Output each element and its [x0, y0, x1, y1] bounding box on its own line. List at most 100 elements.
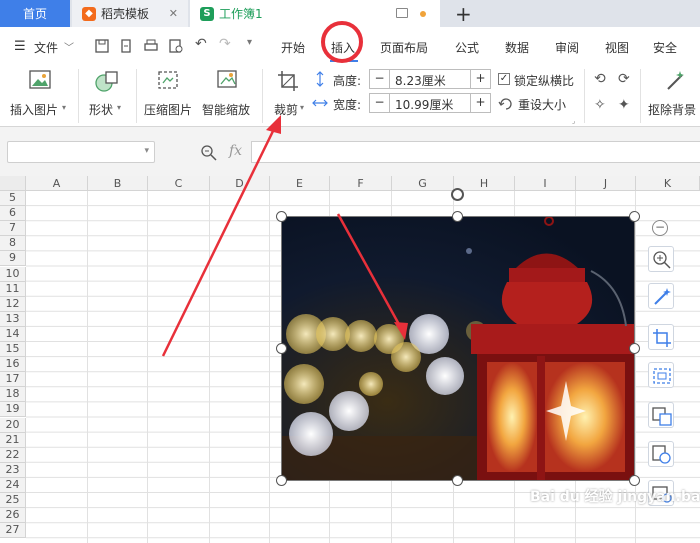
- row-header[interactable]: 19: [0, 402, 26, 418]
- reset-size-button[interactable]: 重设大小: [498, 95, 578, 113]
- picture-translate-button[interactable]: [648, 441, 674, 467]
- resize-handle-se[interactable]: [629, 475, 640, 486]
- dropdown-arrow-icon[interactable]: ▾: [62, 103, 66, 112]
- fx-label[interactable]: fx: [229, 143, 242, 159]
- row-header[interactable]: 27: [0, 523, 26, 539]
- shape-button[interactable]: 形状 ▾: [88, 69, 128, 121]
- close-icon[interactable]: ✕: [169, 7, 178, 20]
- select-all-corner[interactable]: [0, 176, 26, 191]
- chevron-down-icon[interactable]: ﹀: [64, 39, 74, 54]
- row-header[interactable]: 8: [0, 236, 26, 252]
- row-header[interactable]: 21: [0, 432, 26, 448]
- compress-picture-button[interactable]: 压缩图片: [144, 69, 196, 121]
- height-value[interactable]: 8.23厘米: [395, 72, 446, 89]
- row-header[interactable]: 7: [0, 221, 26, 237]
- column-header[interactable]: D: [210, 176, 270, 191]
- crop-picture-button[interactable]: [648, 324, 674, 350]
- rotate-right-icon[interactable]: ⟳: [618, 71, 630, 87]
- undo-icon[interactable]: ↶: [195, 36, 207, 52]
- tab-workbook[interactable]: S 工作簿1: [190, 0, 440, 27]
- height-field[interactable]: − 8.23厘米 +: [369, 69, 491, 89]
- menu-data[interactable]: 数据: [505, 39, 529, 56]
- resize-handle-n[interactable]: [452, 211, 463, 222]
- insert-picture-button[interactable]: 插入图片 ▾: [10, 69, 70, 121]
- edit-picture-button[interactable]: [648, 283, 674, 309]
- hamburger-icon[interactable]: ☰: [14, 39, 26, 54]
- print-preview-icon[interactable]: [168, 38, 184, 54]
- row-header[interactable]: 12: [0, 296, 26, 312]
- row-header[interactable]: 23: [0, 462, 26, 478]
- export-pdf-icon[interactable]: [118, 38, 134, 54]
- adjust-icon[interactable]: ✧: [594, 97, 606, 113]
- row-header[interactable]: 20: [0, 417, 26, 433]
- width-plus-button[interactable]: +: [470, 94, 490, 112]
- customize-toolbar-icon[interactable]: ▾: [247, 37, 252, 48]
- menu-view[interactable]: 视图: [605, 39, 629, 56]
- checkmark-icon[interactable]: ✓: [498, 73, 510, 85]
- effects-icon[interactable]: ✦: [618, 97, 630, 113]
- row-header[interactable]: 9: [0, 251, 26, 267]
- height-plus-button[interactable]: +: [470, 70, 490, 88]
- column-header[interactable]: C: [148, 176, 210, 191]
- column-header[interactable]: J: [576, 176, 636, 191]
- row-header[interactable]: 16: [0, 357, 26, 373]
- menu-file[interactable]: 文件: [34, 39, 58, 56]
- name-box[interactable]: ▾: [7, 141, 155, 163]
- row-header[interactable]: 14: [0, 326, 26, 342]
- zoom-picture-button[interactable]: [648, 246, 674, 272]
- remove-background-button[interactable]: 抠除背景: [646, 69, 700, 121]
- menu-formula[interactable]: 公式: [455, 39, 479, 56]
- redo-icon[interactable]: ↷: [219, 36, 231, 52]
- row-header[interactable]: 5: [0, 191, 26, 206]
- smart-zoom-button[interactable]: 智能缩放: [202, 69, 254, 121]
- tab-home[interactable]: 首页: [0, 0, 70, 27]
- collapse-toolbar-icon[interactable]: −: [652, 220, 668, 236]
- column-header[interactable]: B: [88, 176, 148, 191]
- resize-handle-s[interactable]: [452, 475, 463, 486]
- resize-handle-e[interactable]: [629, 343, 640, 354]
- new-tab-button[interactable]: +: [455, 2, 472, 26]
- height-minus-button[interactable]: −: [370, 70, 390, 88]
- row-header[interactable]: 17: [0, 372, 26, 388]
- column-header[interactable]: I: [515, 176, 576, 191]
- menu-review[interactable]: 审阅: [555, 39, 579, 56]
- column-header[interactable]: H: [454, 176, 515, 191]
- menu-start[interactable]: 开始: [281, 39, 305, 56]
- print-icon[interactable]: [143, 38, 159, 54]
- save-icon[interactable]: [94, 38, 110, 54]
- resize-handle-nw[interactable]: [276, 211, 287, 222]
- resize-handle-sw[interactable]: [276, 475, 287, 486]
- row-header[interactable]: 15: [0, 342, 26, 357]
- row-header[interactable]: 26: [0, 508, 26, 524]
- column-header[interactable]: E: [270, 176, 330, 191]
- row-header[interactable]: 10: [0, 266, 26, 282]
- row-header[interactable]: 24: [0, 477, 26, 493]
- column-header[interactable]: F: [330, 176, 392, 191]
- column-header[interactable]: A: [26, 176, 88, 191]
- row-header[interactable]: 22: [0, 447, 26, 463]
- row-header[interactable]: 6: [0, 206, 26, 222]
- rotate-left-icon[interactable]: ⟲: [594, 71, 606, 87]
- menu-insert[interactable]: 插入: [331, 39, 355, 56]
- column-header[interactable]: K: [636, 176, 700, 191]
- crop-button[interactable]: 裁剪 ▾: [270, 69, 308, 121]
- chevron-down-icon[interactable]: ▾: [144, 146, 149, 156]
- lock-ratio-checkbox[interactable]: ✓ 锁定纵横比: [498, 71, 578, 89]
- formula-input[interactable]: [251, 141, 700, 163]
- monitor-icon[interactable]: [396, 8, 408, 18]
- row-header[interactable]: 25: [0, 493, 26, 508]
- column-header[interactable]: G: [392, 176, 454, 191]
- zoom-formula-icon[interactable]: [200, 144, 218, 162]
- dialog-launcher-icon[interactable]: ⌟: [572, 117, 575, 125]
- dropdown-arrow-icon[interactable]: ▾: [117, 103, 121, 112]
- dropdown-arrow-icon[interactable]: ▾: [300, 103, 304, 112]
- picture-to-text-button[interactable]: [648, 402, 674, 428]
- width-value[interactable]: 10.99厘米: [395, 96, 453, 113]
- row-header[interactable]: 11: [0, 281, 26, 297]
- width-minus-button[interactable]: −: [370, 94, 390, 112]
- rotate-handle-icon[interactable]: [451, 188, 464, 201]
- menu-security[interactable]: 安全: [653, 39, 677, 56]
- resize-handle-ne[interactable]: [629, 211, 640, 222]
- row-header[interactable]: 18: [0, 387, 26, 403]
- tab-template[interactable]: ◆ 稻壳模板 ✕: [72, 0, 188, 27]
